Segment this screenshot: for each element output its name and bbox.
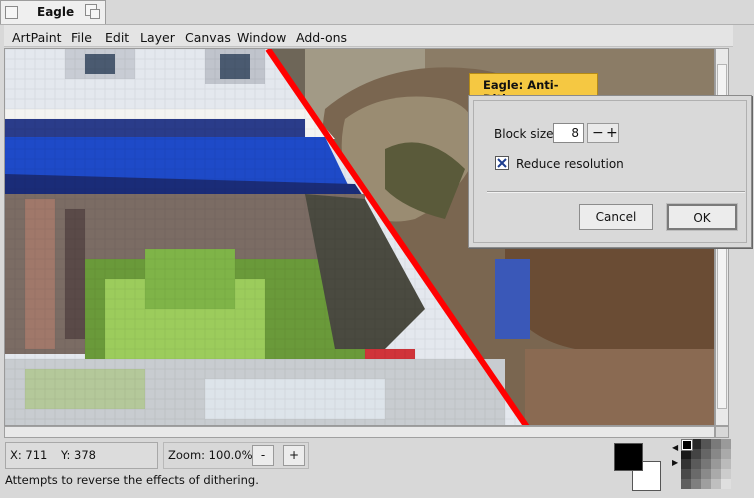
block-size-label: Block size: xyxy=(494,127,558,141)
checkmark-icon xyxy=(497,158,507,168)
palette-swatch[interactable] xyxy=(711,479,721,489)
palette-swatch[interactable] xyxy=(701,459,711,469)
palette-swatch[interactable] xyxy=(701,449,711,459)
selected-palette-color xyxy=(681,439,693,451)
ok-button[interactable]: OK xyxy=(666,203,738,231)
zoom-in-button[interactable]: + xyxy=(283,445,305,466)
menu-file[interactable]: File xyxy=(71,30,92,45)
title-bar: Eagle xyxy=(0,0,754,25)
window-title: Eagle xyxy=(37,5,75,19)
palette-swatch[interactable] xyxy=(721,469,731,479)
reduce-resolution-label: Reduce resolution xyxy=(516,157,624,171)
dialog-title-tab[interactable]: Eagle: Anti-Dither xyxy=(469,73,598,106)
palette-swatch[interactable] xyxy=(701,469,711,479)
scroll-corner xyxy=(715,426,729,438)
palette-swatch[interactable] xyxy=(721,449,731,459)
menu-window[interactable]: Window xyxy=(237,30,286,45)
palette-prev-icon[interactable]: ◀ xyxy=(672,443,680,452)
palette-swatch[interactable] xyxy=(701,439,711,449)
palette-swatch[interactable] xyxy=(701,479,711,489)
increment-icon[interactable]: + xyxy=(606,124,618,142)
palette-swatch[interactable] xyxy=(711,439,721,449)
palette-swatch[interactable] xyxy=(691,449,701,459)
window-tab[interactable]: Eagle xyxy=(0,0,106,25)
menu-edit[interactable]: Edit xyxy=(105,30,129,45)
y-coordinate: Y: 378 xyxy=(61,448,96,462)
dialog-body: Block size: 8 − + Reduce resolution Canc… xyxy=(473,100,747,243)
palette-swatch[interactable] xyxy=(691,459,701,469)
palette-swatch[interactable] xyxy=(681,459,691,469)
reduce-resolution-checkbox[interactable] xyxy=(495,156,509,170)
palette-swatch[interactable] xyxy=(691,439,701,449)
menu-bar: ArtPaint File Edit Layer Canvas Window A… xyxy=(4,25,733,47)
palette-swatch[interactable] xyxy=(681,479,691,489)
menu-canvas[interactable]: Canvas xyxy=(185,30,231,45)
palette-swatch[interactable] xyxy=(681,449,691,459)
block-size-stepper[interactable]: − + xyxy=(587,123,619,143)
decrement-icon[interactable]: − xyxy=(592,124,604,142)
cancel-button[interactable]: Cancel xyxy=(579,204,653,230)
x-coordinate: X: 711 xyxy=(10,448,48,462)
anti-dither-dialog: Block size: 8 − + Reduce resolution Canc… xyxy=(468,95,752,248)
status-message: Attempts to reverse the effects of dithe… xyxy=(5,473,259,487)
palette-next-icon[interactable]: ▶ xyxy=(672,458,680,467)
palette-swatch[interactable] xyxy=(711,459,721,469)
palette-swatch[interactable] xyxy=(681,469,691,479)
horizontal-scrollbar[interactable] xyxy=(4,426,715,438)
menu-add-ons[interactable]: Add-ons xyxy=(296,30,347,45)
block-size-input[interactable]: 8 xyxy=(553,123,584,143)
menu-artpaint[interactable]: ArtPaint xyxy=(12,30,62,45)
close-icon[interactable] xyxy=(5,6,18,19)
zoom-out-button[interactable]: - xyxy=(252,445,274,466)
palette-swatch[interactable] xyxy=(691,479,701,489)
palette-swatch[interactable] xyxy=(721,439,731,449)
palette-swatch[interactable] xyxy=(711,449,721,459)
dialog-separator xyxy=(487,191,745,193)
zoom-control: Zoom: 100.0% - + xyxy=(163,442,309,469)
palette-swatch[interactable] xyxy=(711,469,721,479)
foreground-color-swatch[interactable] xyxy=(614,443,643,471)
coordinates-display: X: 711 Y: 378 xyxy=(5,442,158,469)
palette-swatch[interactable] xyxy=(721,479,731,489)
menu-layer[interactable]: Layer xyxy=(140,30,175,45)
zoom-level: Zoom: 100.0% xyxy=(168,448,253,462)
palette-swatch[interactable] xyxy=(721,459,731,469)
palette-swatch[interactable] xyxy=(691,469,701,479)
zoom-window-icon[interactable] xyxy=(85,4,101,20)
